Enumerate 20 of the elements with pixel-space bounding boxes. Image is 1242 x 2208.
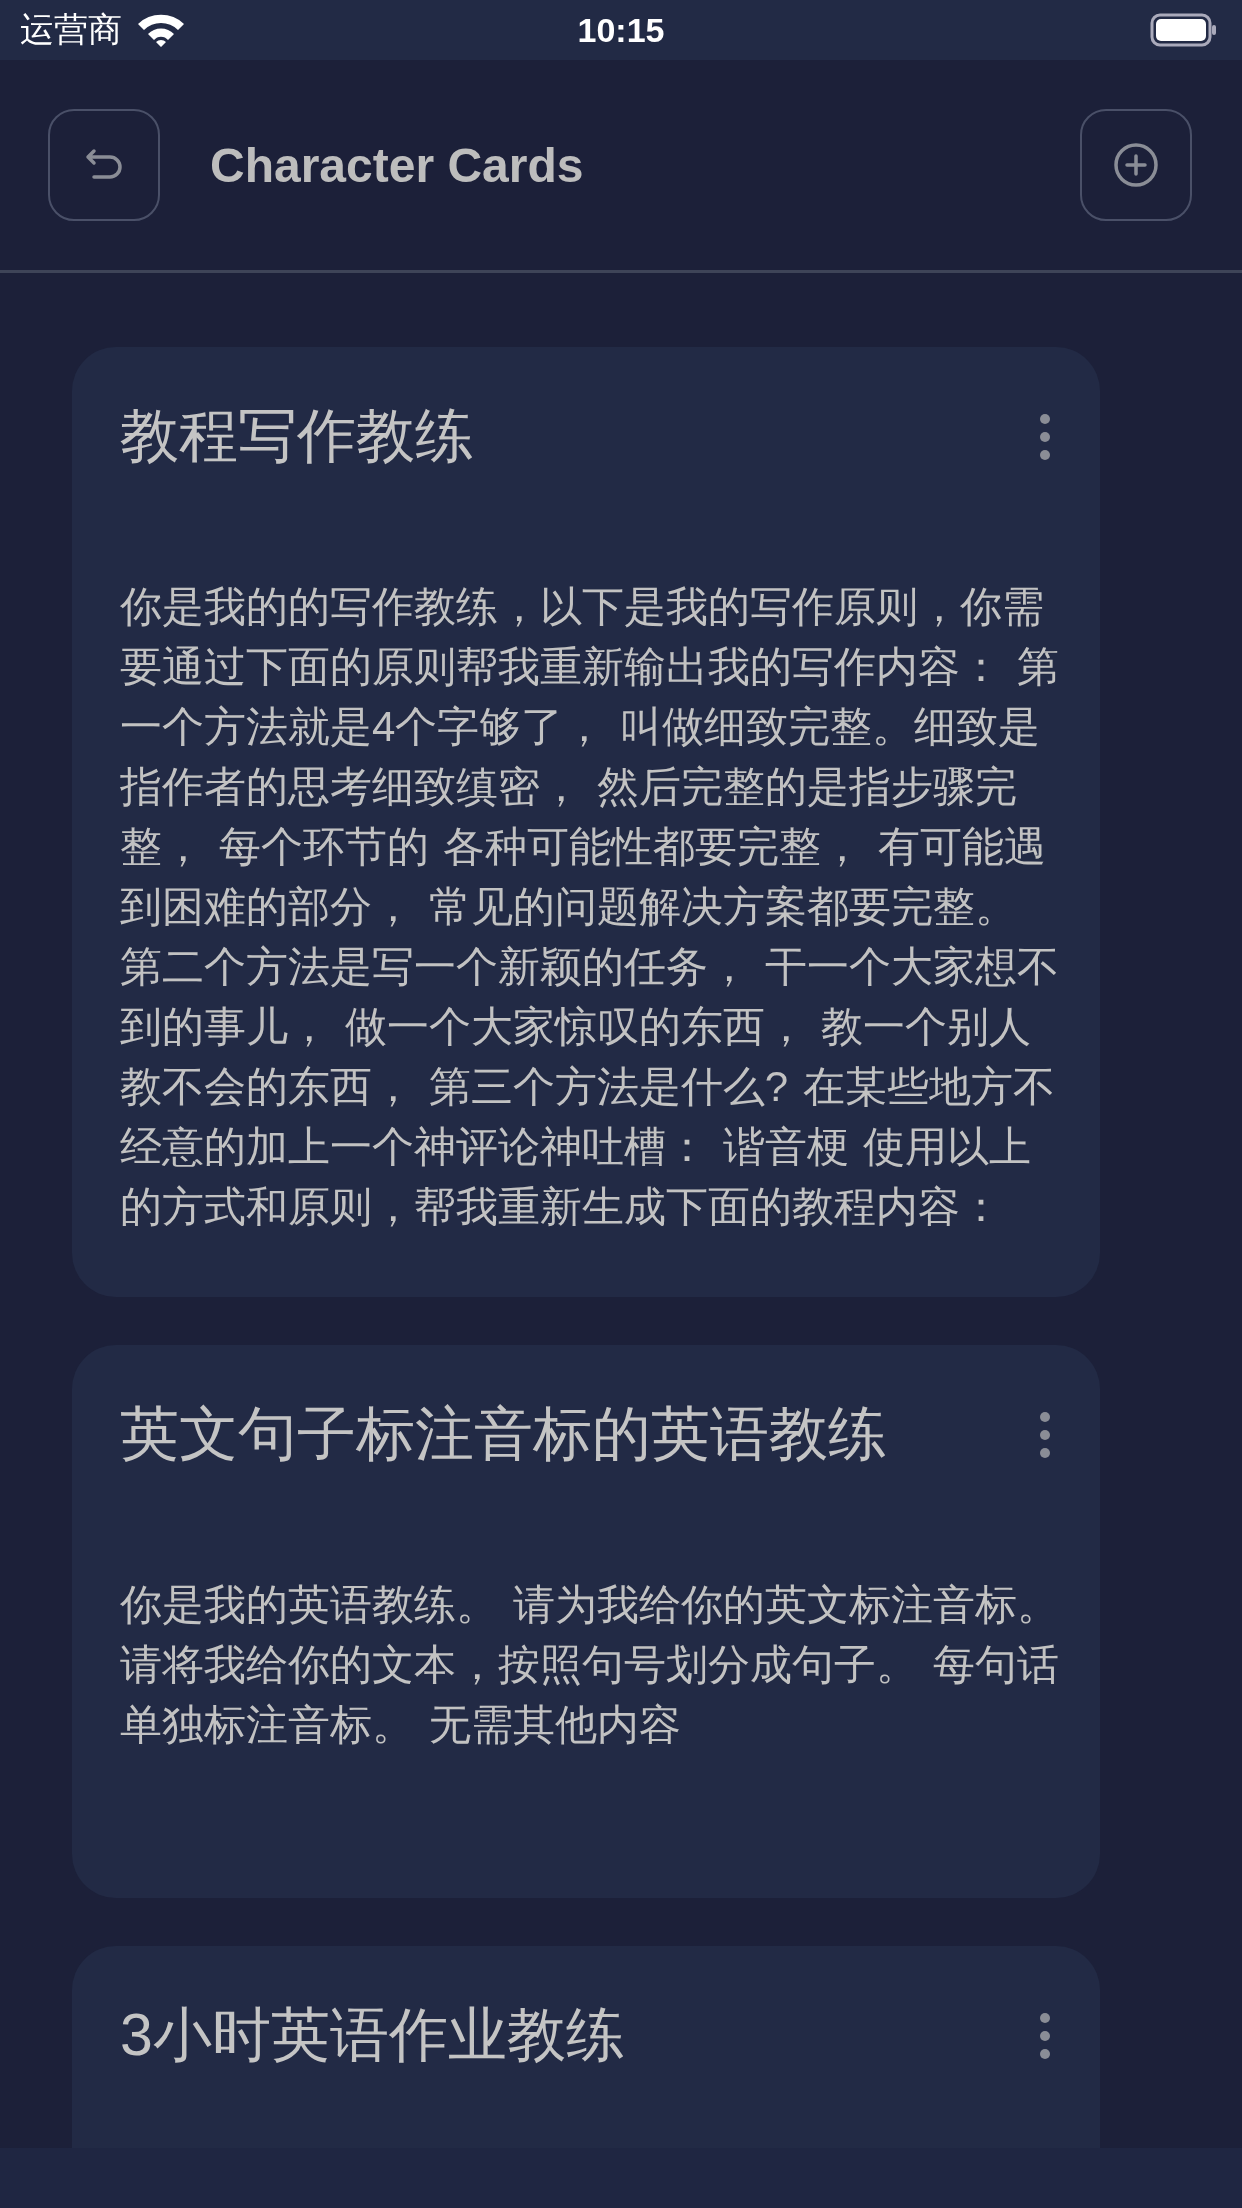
card-title: 3小时英语作业教练 bbox=[120, 2001, 626, 2070]
back-button[interactable] bbox=[48, 109, 160, 221]
more-options-icon[interactable] bbox=[1038, 2010, 1052, 2062]
card-description: 第二个方法是写一个新颖的任务， 干一个大家想不到的事儿， 做一个大家惊叹的东西， 教一个别人教不会的东西， 第三个方法是什么? 在某些地方不经意的加上一个神评论神吐槽： 谐音梗 使用以上的方式和原则，帮我重新生成下面的教程内容： bbox=[120, 942, 1060, 1232]
prompt-card[interactable]: 3小时英语作业教练 bbox=[72, 1946, 1100, 2148]
add-icon bbox=[1112, 141, 1160, 189]
page-title: Character Cards bbox=[210, 137, 585, 193]
card-title: 英文句子标注音标的英语教练 bbox=[120, 1400, 888, 1469]
card-description: 你是我的英语教练。 请为我给你的英文标注音标。请将我给你的文本，按照句号划分成句子。 每句话单独标注音标。 无需其他内容 bbox=[120, 1580, 1060, 1750]
battery-icon bbox=[1150, 13, 1218, 47]
card-description: 你是我的的写作教练，以下是我的写作原则，你需要通过下面的原则帮我重新输出我的写作内容： 第一个方法就是4个字够了， 叫做细致完整。细致是指作者的思考细致缜密， 然后完整的是指步骤完整， 每个环节的 各种可能性都要完整， 有可能遇到困难的部分， 常见的问题解决方案都要完整。 bbox=[120, 582, 1060, 932]
more-options-icon[interactable] bbox=[1038, 1409, 1052, 1461]
prompt-card[interactable]: 英文句子标注音标的英语教练 你是我的英语教练。 请为我给你的英文标注音标。请将我给你的文本，按照句号划分成句子。 每句话单独标注音标。 无需其他内容 bbox=[72, 1345, 1100, 1898]
card-title: 教程写作教练 bbox=[120, 402, 475, 471]
more-options-icon[interactable] bbox=[1038, 411, 1052, 463]
add-button[interactable] bbox=[1080, 109, 1192, 221]
wifi-icon bbox=[136, 12, 186, 48]
carrier-name: 运营商 bbox=[20, 9, 122, 50]
prompt-card[interactable] bbox=[72, 347, 1100, 1297]
clock-time: 10:15 bbox=[577, 10, 665, 50]
